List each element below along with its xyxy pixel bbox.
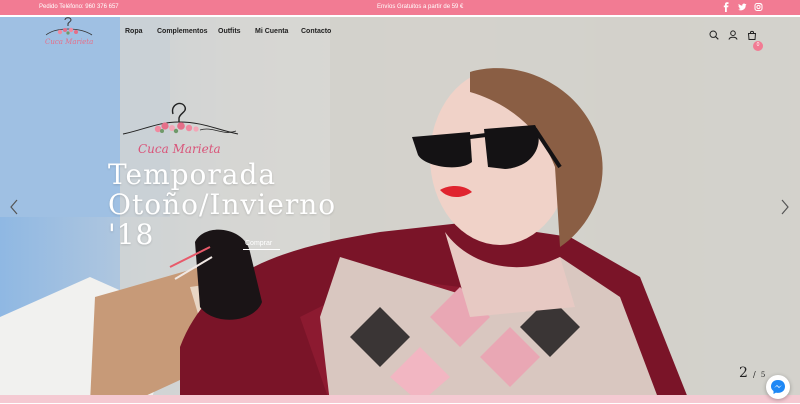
facebook-icon[interactable] <box>722 2 730 13</box>
shipping-promo: Envíos Gratuitos a partir de 59 € <box>377 4 464 10</box>
messenger-icon <box>771 380 785 394</box>
next-slide-arrow[interactable] <box>780 199 790 215</box>
top-bar: Pedido Teléfono: 960 376 657 Envíos Grat… <box>0 0 800 15</box>
site-header <box>0 15 800 53</box>
hero-title-line: Temporada <box>108 158 277 191</box>
shop-now-link[interactable]: Comprar <box>242 240 281 250</box>
instagram-icon[interactable] <box>754 2 763 12</box>
prev-slide-arrow[interactable] <box>9 199 19 215</box>
slide-total: 5 <box>760 371 766 379</box>
hero-logo-text: Cuca Marieta <box>138 142 221 156</box>
messenger-chat-button[interactable] <box>766 375 790 399</box>
hero-title-line: '18 <box>108 218 155 251</box>
hero-logo: Cuca Marieta <box>118 100 243 162</box>
twitter-icon[interactable] <box>738 2 747 12</box>
social-links <box>722 2 763 13</box>
hero-title: Temporada Otoño/Invierno '18 <box>108 160 336 250</box>
slide-separator: / <box>753 370 756 379</box>
phone-text: Pedido Teléfono: 960 376 657 <box>39 4 119 10</box>
slide-current: 2 <box>739 365 748 381</box>
slide-counter: 2 / 5 <box>739 362 765 381</box>
hero-title-line: Otoño/Invierno <box>108 188 337 221</box>
